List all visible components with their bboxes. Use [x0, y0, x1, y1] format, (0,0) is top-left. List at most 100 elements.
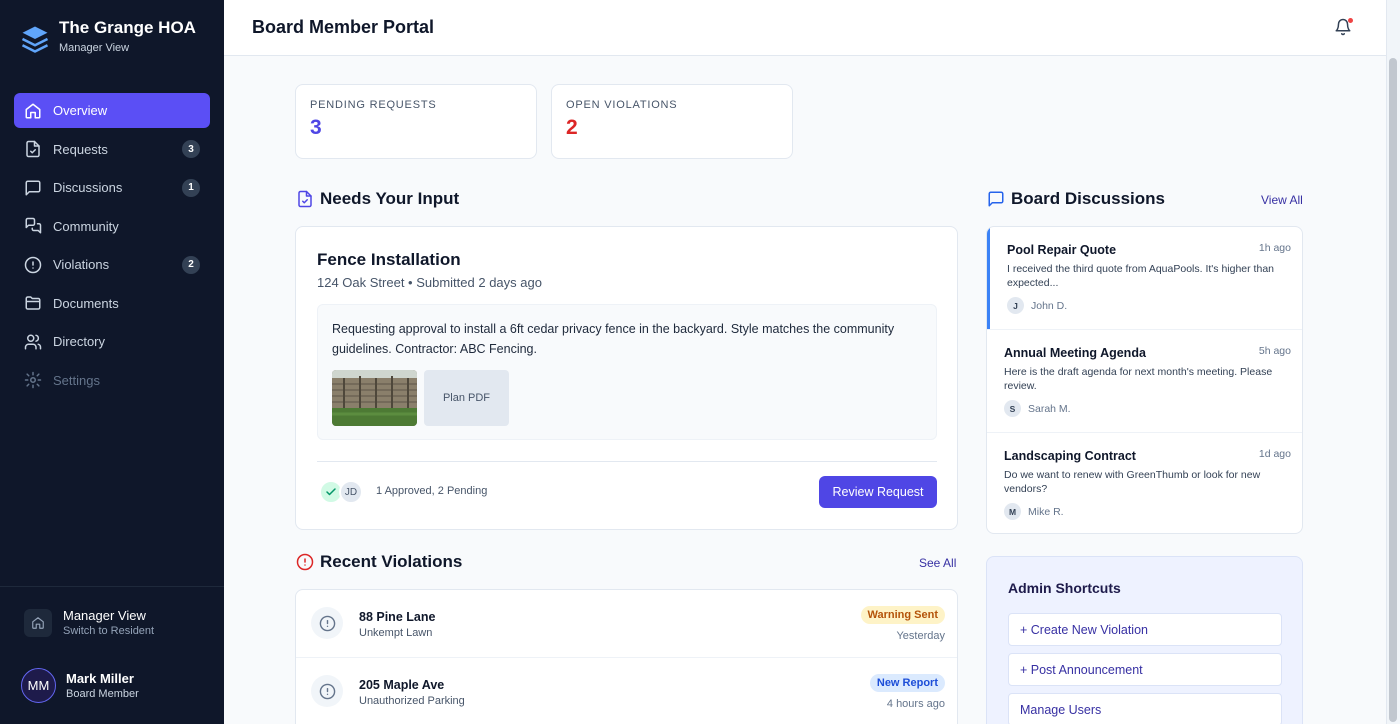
discussion-title: Pool Repair Quote [1007, 243, 1117, 257]
request-description: Requesting approval to install a 6ft ced… [332, 322, 895, 356]
sidebar-item-community[interactable]: Community [14, 209, 210, 244]
violation-address: 205 Maple Ave [359, 678, 445, 692]
avatar: J [1007, 297, 1024, 314]
list-item[interactable]: Landscaping Contract 1d ago Do we want t… [987, 433, 1302, 533]
admin-shortcuts-title: Admin Shortcuts [1008, 580, 1121, 596]
status-badge: New Report [869, 674, 945, 692]
discussions-list: Pool Repair Quote 1h ago I received the … [986, 226, 1303, 534]
brand-subtitle: Manager View [59, 42, 130, 54]
sidebar-divider [0, 586, 224, 587]
home-icon [24, 102, 42, 120]
file-check-icon [298, 190, 312, 208]
stat-label: PENDING REQUESTS [310, 99, 437, 111]
create-violation-button[interactable]: + Create New Violation [1008, 613, 1282, 646]
needs-input-heading: Needs Your Input [296, 189, 459, 209]
section-title: Board Discussions [1011, 189, 1165, 208]
violation-type: Unauthorized Parking [359, 695, 465, 707]
list-item[interactable]: 205 Maple Ave Unauthorized Parking New R… [296, 657, 957, 724]
users-icon [24, 333, 42, 351]
manage-users-button[interactable]: Manage Users [1008, 693, 1282, 724]
violation-time: 4 hours ago [886, 698, 945, 710]
bell-icon[interactable] [1334, 18, 1354, 38]
discussion-preview: I received the third quote from AquaPool… [1007, 263, 1274, 289]
sidebar-item-directory[interactable]: Directory [14, 324, 210, 359]
sidebar-item-label: Overview [53, 103, 108, 118]
fence-photo-thumbnail[interactable] [332, 370, 417, 426]
notification-dot [1348, 18, 1353, 23]
plan-pdf-attachment[interactable]: Plan PDF [424, 370, 509, 426]
discussion-title: Annual Meeting Agenda [1004, 346, 1146, 360]
violations-list: 88 Pine Lane Unkempt Lawn Warning Sent Y… [295, 589, 958, 724]
see-all-violations-link[interactable]: See All [919, 556, 956, 570]
alert-circle-icon [311, 675, 343, 707]
sidebar-item-label: Community [53, 218, 119, 234]
file-check-icon [24, 140, 42, 158]
user-role: Board Member [66, 687, 139, 700]
review-request-button[interactable]: Review Request [819, 476, 937, 508]
sidebar-item-label: Discussions [53, 180, 123, 195]
sidebar: The Grange HOA Manager View Overview Req… [0, 0, 224, 724]
sidebar-item-settings[interactable]: Settings [14, 363, 210, 398]
discussion-author: Sarah M. [1028, 403, 1071, 415]
chat-icon [988, 191, 1004, 207]
home-icon [24, 609, 52, 637]
pending-requests-card[interactable]: PENDING REQUESTS 3 [295, 84, 537, 159]
sidebar-item-label: Documents [53, 295, 119, 311]
sidebar-item-violations[interactable]: Violations 2 [14, 247, 210, 282]
open-violations-card[interactable]: OPEN VIOLATIONS 2 [551, 84, 793, 159]
user-name: Mark Miller [66, 670, 134, 686]
board-discussions-heading: Board Discussions [987, 189, 1165, 209]
section-title: Needs Your Input [320, 189, 460, 208]
top-header: Board Member Portal [224, 0, 1386, 56]
switch-view-title: Manager View [63, 608, 146, 623]
avatar: MM [21, 668, 56, 703]
check-icon [326, 488, 336, 496]
brand: The Grange HOA Manager View [20, 18, 196, 56]
sidebar-item-label: Settings [53, 372, 100, 388]
scrollbar-thumb[interactable] [1389, 58, 1397, 722]
layers-logo-icon [21, 26, 49, 53]
admin-shortcuts-panel: Admin Shortcuts + Create New Violation +… [986, 556, 1303, 724]
discussion-time: 5h ago [1258, 345, 1291, 357]
list-item[interactable]: 88 Pine Lane Unkempt Lawn Warning Sent Y… [296, 590, 957, 657]
request-details: Requesting approval to install a 6ft ced… [317, 304, 937, 440]
chat-icon [24, 179, 42, 197]
sidebar-item-overview[interactable]: Overview [14, 93, 210, 128]
sidebar-item-label: Directory [53, 334, 106, 349]
sidebar-item-discussions[interactable]: Discussions 1 [14, 170, 210, 205]
request-meta: 124 Oak Street • Submitted 2 days ago [317, 275, 542, 290]
folder-icon [24, 294, 42, 312]
alert-circle-icon [24, 256, 42, 274]
discussion-author: Mike R. [1028, 506, 1064, 518]
discussion-preview: Here is the draft agenda for next month'… [1004, 366, 1273, 392]
discussion-time: 1d ago [1258, 448, 1291, 460]
sidebar-nav: Overview Requests 3 Discussions 1 Commun… [14, 93, 210, 401]
switch-view-button[interactable]: Manager View Switch to Resident [24, 608, 154, 638]
messages-icon [24, 217, 42, 235]
sidebar-item-documents[interactable]: Documents [14, 286, 210, 321]
page-title: Board Member Portal [252, 17, 435, 37]
avatar: S [1004, 400, 1021, 417]
sidebar-item-requests[interactable]: Requests 3 [14, 132, 210, 167]
user-profile[interactable]: MM Mark Miller Board Member [21, 668, 139, 703]
section-title: Recent Violations [320, 552, 463, 571]
discussion-preview: Do we want to renew with GreenThumb or l… [1004, 469, 1261, 495]
count-badge: 1 [182, 178, 200, 197]
stat-value: 2 [566, 116, 578, 139]
list-item[interactable]: Pool Repair Quote 1h ago I received the … [987, 227, 1302, 329]
count-badge: 3 [182, 140, 200, 158]
brand-name: The Grange HOA [59, 18, 196, 37]
recent-violations-heading: Recent Violations [296, 552, 462, 572]
switch-view-subtitle: Switch to Resident [63, 625, 155, 637]
violation-address: 88 Pine Lane [359, 610, 436, 624]
stat-label: OPEN VIOLATIONS [566, 99, 678, 111]
violation-time: Yesterday [896, 630, 945, 642]
divider [317, 461, 937, 462]
list-item[interactable]: Annual Meeting Agenda 5h ago Here is the… [987, 330, 1302, 432]
discussion-author: John D. [1031, 300, 1068, 312]
post-announcement-button[interactable]: + Post Announcement [1008, 653, 1282, 686]
alert-circle-icon [311, 607, 343, 639]
status-badge: Warning Sent [860, 606, 945, 624]
view-all-discussions-link[interactable]: View All [1261, 193, 1303, 207]
sidebar-item-label: Violations [53, 257, 110, 272]
